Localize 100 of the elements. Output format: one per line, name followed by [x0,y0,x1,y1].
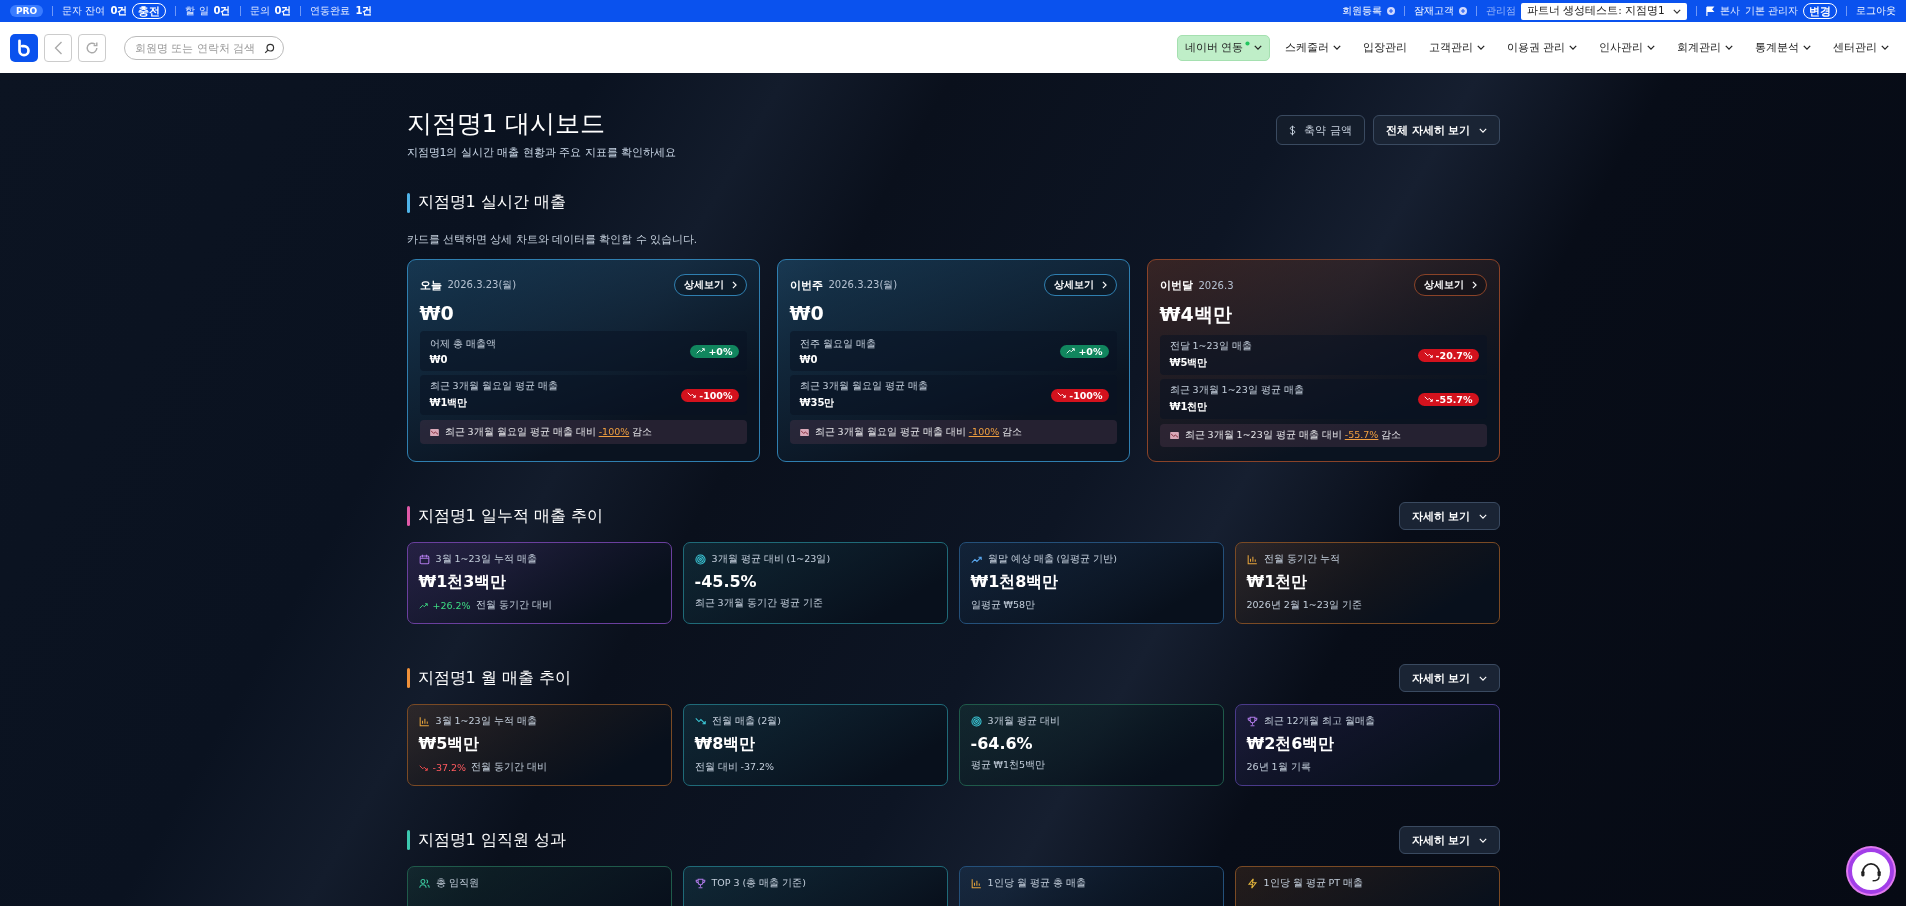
sales-amount: ₩4백만 [1159,302,1233,327]
comparison-value: ₩0 [429,353,449,365]
logout-link[interactable]: 로그아웃 [1856,4,1896,18]
metric-value: ₩1천만 [1246,572,1309,593]
section-title: 지점명1 실시간 매출 [417,192,566,213]
metric-label: 3월 1~23일 누적 매출 [435,715,537,728]
metric-label: 1인당 월 평균 PT 매출 [1263,877,1364,890]
details-button[interactable]: 상세보기 [1413,274,1487,296]
metric-label: 최근 12개월 최고 월매출 [1263,715,1375,728]
stat-value: 1건 [355,4,373,18]
compact-amount-button[interactable]: 축약 금액 [1276,115,1365,145]
comparison-label: 어제 총 매출액 [429,337,496,351]
nav-menu-item[interactable]: 통계분석 [1748,34,1818,61]
stat-label: 할 일 [185,4,209,18]
nav-menu-item[interactable]: 이용권 관리 [1499,34,1584,61]
period-label: 이번달 [1159,277,1193,293]
stat-label: 문의 [249,4,270,18]
sales-card[interactable]: 오늘 2026.3.23(월) 상세보기 ₩0 어제 총 매출액 ₩0 +0% 최근 3개월 월요일 평균 매출 ₩1백만 -100% 최근 3개월 월요일 평균 매출 대비 -100% 감소 [406,259,760,462]
comparison-value: ₩1천만 [1169,400,1209,414]
details-button[interactable]: 상세보기 [673,274,747,296]
view-details-button[interactable]: 자세히 보기 [1398,502,1500,530]
nav-menu-item[interactable]: 고객관리 [1421,34,1492,61]
nav-menu-item[interactable]: 인사관리 [1592,34,1662,61]
hq-label: 본사 [1719,4,1740,18]
metric-note: 전월 동기간 대비 [471,761,548,774]
section-title: 지점명1 일누적 매출 추이 [417,505,603,527]
comparison-value: ₩35만 [799,396,836,410]
search-field[interactable]: 회원명 또는 연락처 검색 [124,35,284,60]
view-all-details-button[interactable]: 전체 자세히 보기 [1372,115,1500,145]
top-link[interactable]: 잠재고객 [1413,4,1454,18]
nav-menu-item[interactable]: 스케줄러 [1277,34,1348,61]
change-badge: -100% [1051,388,1109,402]
section-title: 지점명1 임직원 성과 [417,829,566,851]
sales-amount: ₩0 [789,302,825,324]
metric-label: 3개월 평균 대비 (1~23일) [711,553,831,566]
sales-card[interactable]: 이번달 2026.3 상세보기 ₩4백만 전달 1~23일 매출 ₩5백만 -20.7% 최근 3개월 1~23일 평균 매출 ₩1천만 -55.7% 최근 3개월 1~23일 평균 매출 대비 -55.7% 감소 [1146,259,1500,462]
comparison-label: 전달 1~23일 매출 [1169,340,1252,353]
metric-label: 3월 1~23일 누적 매출 [435,553,537,566]
metric-value: ₩5백만 [418,734,481,755]
stat-label: 연동완료 [310,4,351,18]
metric-value: ₩1천8백만 [970,572,1060,593]
change-badge: -100% [681,388,739,402]
stat-value: 0건 [274,4,292,18]
metric-label: 전월 매출 (2월) [711,715,781,728]
summary-text: 최근 3개월 월요일 평균 매출 대비 -100% 감소 [444,425,653,439]
metric-value: -64.6% [970,734,1034,753]
metric-note: 최근 3개월 동기간 평균 기준 [694,597,823,610]
metric-label: 총 임직원 [435,877,479,890]
nav-menu-item[interactable]: 회계관리 [1670,34,1740,61]
sales-amount: ₩0 [419,302,455,324]
metric-label: 월말 예상 매출 (일평균 기반) [987,553,1117,566]
metric-note: 26년 1월 기록 [1246,761,1311,774]
stat-value: 0건 [110,4,128,18]
metric-value: -45.5% [694,572,758,591]
metric-value: ₩8백만 [694,734,757,755]
page-subtitle: 지점명1의 실시간 매출 현황과 주요 지표를 확인하세요 [406,145,677,160]
nav-menu-item[interactable]: 네이버 연동 [1177,34,1270,61]
view-details-button[interactable]: 자세히 보기 [1398,826,1500,854]
admin-name: 기본 관리자 [1744,4,1798,18]
comparison-value: ₩0 [799,353,819,365]
branch-select[interactable]: 파트너 생성테스트: 지점명1 [1520,2,1687,20]
section-title: 지점명1 월 매출 추이 [417,667,571,689]
change-badge: +0% [1060,344,1109,358]
change-value: -37.2% [432,762,467,773]
view-details-button[interactable]: 자세히 보기 [1398,664,1500,692]
comparison-label: 전주 월요일 매출 [799,337,876,351]
comparison-value: ₩5백만 [1169,356,1209,370]
summary-text: 최근 3개월 월요일 평균 매출 대비 -100% 감소 [814,425,1023,439]
comparison-label: 최근 3개월 월요일 평균 매출 [799,380,928,393]
change-badge: -20.7% [1417,348,1479,362]
branch-label: 관리점 [1485,4,1516,18]
summary-text: 최근 3개월 1~23일 평균 매출 대비 -55.7% 감소 [1184,429,1402,442]
metric-note: 전월 대비 -37.2% [694,761,775,774]
comparison-value: ₩1백만 [429,396,469,410]
top-link[interactable]: 회원등록 [1341,4,1382,18]
metric-note: 전월 동기간 대비 [475,599,552,612]
metric-value: ₩2천6백만 [1246,734,1336,755]
nav-menu-item[interactable]: 입장관리 [1355,34,1414,61]
section-description: 카드를 선택하면 상세 차트와 데이터를 확인할 수 있습니다. [406,233,699,247]
plan-badge: PRO [10,5,44,17]
metric-note: 2026년 2월 1~23일 기준 [1246,599,1362,612]
period-label: 오늘 [419,277,442,293]
metric-note: 일평균 ₩58만 [970,599,1035,612]
metric-label: 1인당 월 평균 총 매출 [987,877,1086,890]
stat-label: 문자 잔여 [62,4,106,18]
sales-card[interactable]: 이번주 2026.3.23(월) 상세보기 ₩0 전주 월요일 매출 ₩0 +0% 최근 3개월 월요일 평균 매출 ₩35만 -100% 최근 3개월 월요일 평균 매출 대비 -100% 감소 [776,259,1130,462]
metric-label: 전월 동기간 누적 [1263,553,1340,566]
period-date: 2026.3.23(월) [828,278,898,292]
metric-label: 3개월 평균 대비 [987,715,1060,728]
metric-note: 평균 ₩1천5백만 [970,759,1045,772]
nav-menu-item[interactable]: 센터관리 [1826,34,1896,61]
period-date: 2026.3.23(월) [447,278,517,292]
metric-value: ₩1천3백만 [418,572,508,593]
details-button[interactable]: 상세보기 [1043,274,1117,296]
period-date: 2026.3 [1198,279,1234,291]
change-value: +26.2% [432,600,471,611]
stat-value: 0건 [213,4,231,18]
period-label: 이번주 [789,277,823,293]
page-title: 지점명1 대시보드 [406,108,607,140]
change-badge: -55.7% [1417,392,1479,406]
